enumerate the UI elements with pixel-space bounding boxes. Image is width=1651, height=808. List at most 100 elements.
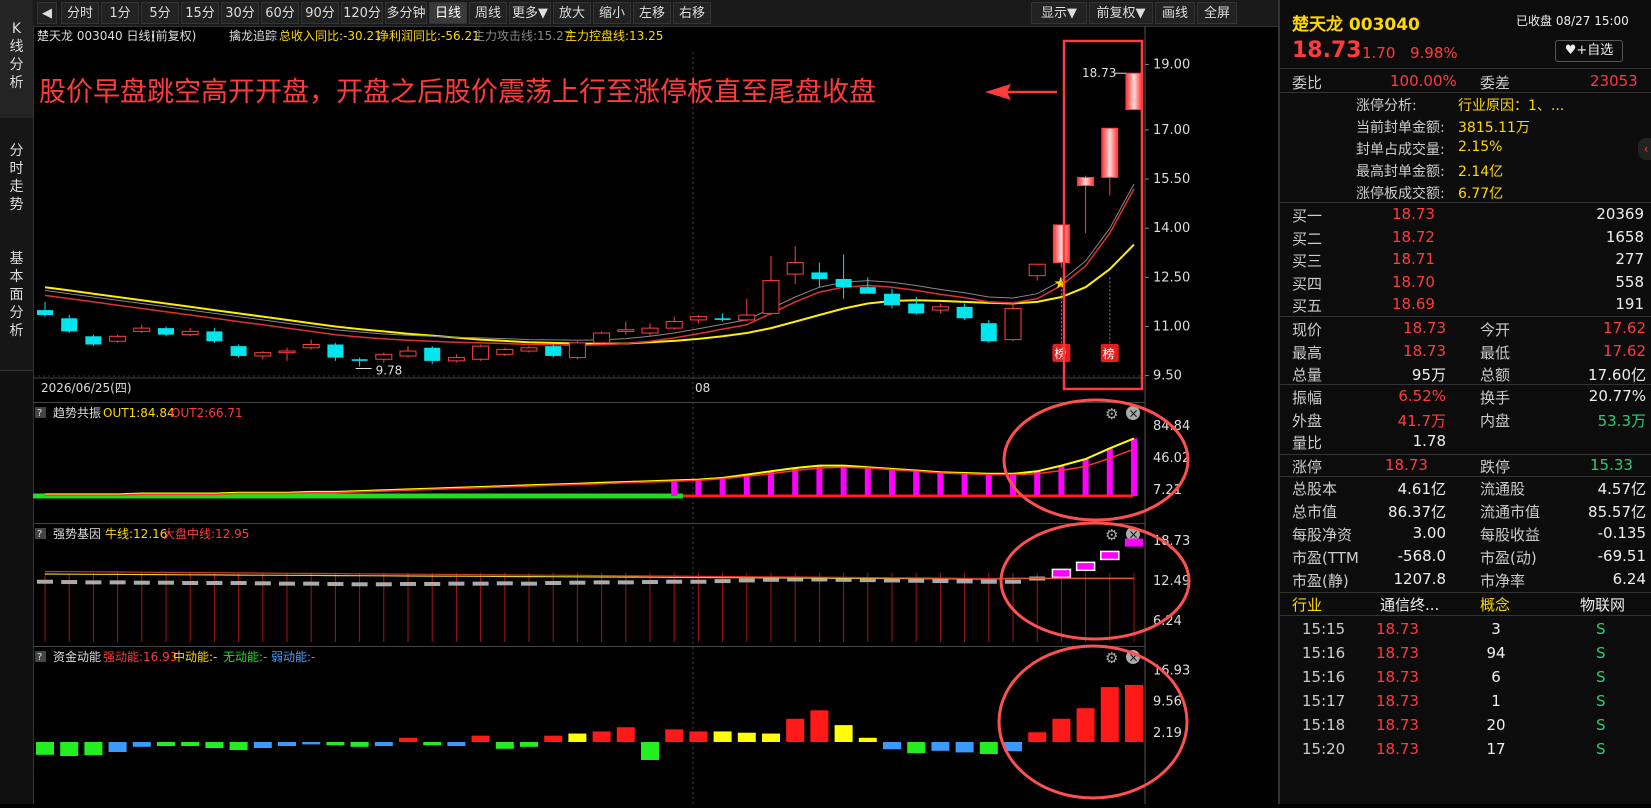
candle-body xyxy=(1028,263,1046,277)
toolbar-1[interactable]: 1分 xyxy=(101,2,139,24)
toolbar-13[interactable]: 缩小 xyxy=(593,2,631,24)
candle[interactable] xyxy=(496,347,514,356)
candle[interactable] xyxy=(617,321,635,335)
bid-level-label: 买五 xyxy=(1292,297,1323,315)
candle[interactable] xyxy=(206,328,223,343)
bang-badge[interactable]: 榜 xyxy=(1052,344,1071,362)
candle[interactable] xyxy=(447,354,465,363)
toolbar-right-1[interactable]: 前复权▼ xyxy=(1089,2,1153,24)
candle[interactable] xyxy=(472,344,490,361)
market-status: 已收盘 08/27 15:00 xyxy=(1516,14,1629,28)
fund-bar xyxy=(36,742,54,755)
candle[interactable] xyxy=(641,323,659,337)
candle[interactable] xyxy=(980,319,997,343)
candle[interactable] xyxy=(254,351,272,360)
candle[interactable] xyxy=(689,315,707,324)
panel-legend: 中动能:- xyxy=(173,649,217,664)
industry-value[interactable]: 通信终... xyxy=(1380,594,1439,615)
toolbar-14[interactable]: 左移 xyxy=(633,2,671,24)
candle[interactable] xyxy=(61,315,78,334)
candle[interactable] xyxy=(545,344,562,358)
gene-block xyxy=(666,579,683,584)
candle[interactable] xyxy=(85,334,102,347)
fundamental-value: 4.61亿 xyxy=(1397,480,1446,498)
bang-badge[interactable]: 榜 xyxy=(1100,344,1119,362)
toolbar-15[interactable]: 右移 xyxy=(673,2,711,24)
candle[interactable] xyxy=(327,342,344,361)
candle[interactable] xyxy=(133,324,151,334)
toolbar-4[interactable]: 30分 xyxy=(221,2,259,24)
candle[interactable] xyxy=(738,298,756,322)
candle[interactable] xyxy=(158,326,174,337)
fund-bar xyxy=(979,742,998,754)
expand-arrow-icon[interactable]: ‹ xyxy=(1638,138,1651,160)
candle[interactable] xyxy=(1052,224,1070,268)
candle[interactable] xyxy=(109,334,127,343)
toolbar-0[interactable]: 分时 xyxy=(61,2,99,24)
candle[interactable] xyxy=(786,246,804,284)
candle-body xyxy=(375,353,393,360)
candle-body xyxy=(811,272,828,279)
quote-panel: 楚天龙 003040 已收盘 08/27 15:00 18.73 1.70 9.… xyxy=(1278,0,1651,804)
toolbar-5[interactable]: 60分 xyxy=(261,2,299,24)
profit-yoy: 净利润同比:-56.21 xyxy=(377,29,480,43)
tick-volume: 17 xyxy=(1486,740,1506,758)
tick-price: 18.73 xyxy=(1376,644,1419,662)
toolbar-8[interactable]: 多分钟 xyxy=(385,2,427,24)
toolbar-6[interactable]: 90分 xyxy=(301,2,339,24)
candle[interactable] xyxy=(1101,127,1119,196)
toolbar-12[interactable]: 放大 xyxy=(553,2,591,24)
concept-value[interactable]: 物联网 xyxy=(1580,594,1625,615)
candle[interactable] xyxy=(1125,72,1143,111)
candle[interactable] xyxy=(181,328,199,337)
candle[interactable] xyxy=(956,303,973,320)
fund-axis-label: 2.19 xyxy=(1153,726,1182,741)
toolbar-3[interactable]: 15分 xyxy=(181,2,219,24)
candle[interactable] xyxy=(520,346,538,353)
candle[interactable] xyxy=(931,303,949,314)
candle[interactable] xyxy=(302,339,320,350)
bid-volume: 558 xyxy=(1615,272,1644,291)
tab-timeshare[interactable]: 分时走势 xyxy=(0,118,33,235)
left-tab-bar: K线分析 分时走势 基本面分析 xyxy=(0,0,34,804)
toolbar-9[interactable]: 日线 xyxy=(429,2,467,24)
candle[interactable] xyxy=(399,346,417,358)
toolbar-right-3[interactable]: 全屏 xyxy=(1197,2,1237,24)
bid-price: 18.72 xyxy=(1392,227,1435,246)
tick-time: 15:18 xyxy=(1302,716,1346,734)
candle[interactable] xyxy=(1004,303,1022,342)
add-watchlist-button[interactable]: ♥+自选 xyxy=(1555,40,1623,62)
candle[interactable] xyxy=(665,316,683,330)
quote-label: 总量 xyxy=(1292,366,1323,384)
toolbar-11[interactable]: 更多▼ xyxy=(509,2,551,24)
toolbar-10[interactable]: 周线 xyxy=(469,2,507,24)
candle[interactable] xyxy=(424,346,441,365)
toolbar-right-0[interactable]: 显示▼ xyxy=(1031,2,1087,24)
fundamental-value: 3.00 xyxy=(1412,524,1446,542)
toolbar-right-2[interactable]: 画线 xyxy=(1155,2,1195,24)
candle[interactable] xyxy=(593,331,611,345)
stat-label: 内盘 xyxy=(1480,411,1511,430)
bid-volume: 191 xyxy=(1615,295,1644,313)
candle[interactable] xyxy=(811,262,828,288)
kline-chart[interactable]: 楚天龙 003040 日线)(前复权) 擒龙追踪 总收入同比:-30.21净利润同比… xyxy=(33,26,1278,804)
toolbar-7[interactable]: 120分 xyxy=(341,2,383,24)
candle[interactable] xyxy=(884,288,900,309)
collapse-icon[interactable]: ◀ xyxy=(37,2,57,24)
candle[interactable] xyxy=(568,341,586,360)
candle[interactable] xyxy=(351,357,368,367)
candle[interactable] xyxy=(1028,263,1046,281)
bid-price: 18.73 xyxy=(1392,205,1435,223)
candle[interactable] xyxy=(835,254,852,299)
candle[interactable] xyxy=(375,352,393,363)
toolbar-2[interactable]: 5分 xyxy=(141,2,179,24)
candle[interactable] xyxy=(278,347,296,361)
candle[interactable] xyxy=(1077,175,1095,234)
candle[interactable] xyxy=(762,256,780,316)
tab-kline-analysis[interactable]: K线分析 xyxy=(0,0,33,119)
trend-bar xyxy=(743,474,750,496)
candle[interactable] xyxy=(230,344,247,358)
candle[interactable] xyxy=(714,313,731,322)
tab-fundamentals[interactable]: 基本面分析 xyxy=(0,234,33,371)
candle[interactable] xyxy=(37,301,53,317)
